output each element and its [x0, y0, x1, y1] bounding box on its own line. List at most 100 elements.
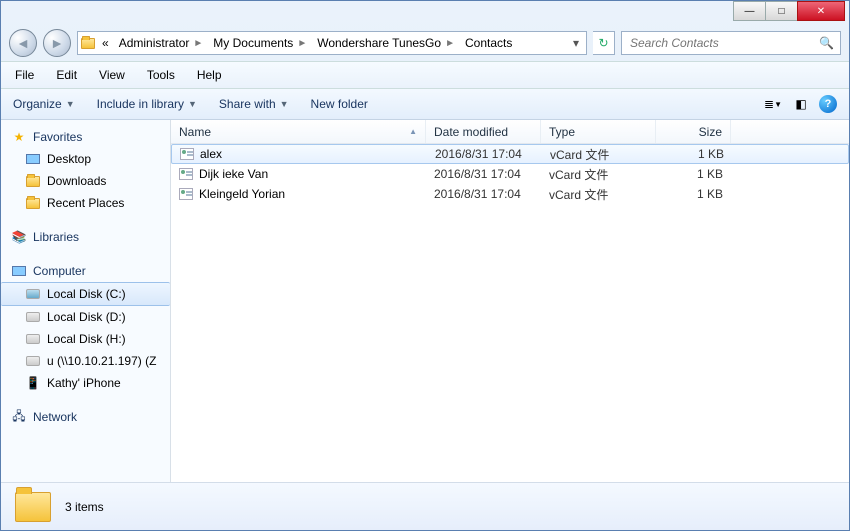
sidebar-libraries[interactable]: 📚Libraries: [1, 226, 170, 248]
sidebar-item-desktop[interactable]: Desktop: [1, 148, 170, 170]
file-type: vCard 文件: [542, 146, 657, 163]
column-header-size[interactable]: Size: [656, 120, 731, 143]
breadcrumb-ellipsis[interactable]: «: [98, 32, 113, 54]
menu-tools[interactable]: Tools: [143, 66, 179, 84]
file-name: alex: [200, 147, 222, 161]
sidebar-item-downloads[interactable]: Downloads: [1, 170, 170, 192]
sidebar-favorites[interactable]: ★Favorites: [1, 126, 170, 148]
folder-icon: [15, 492, 51, 522]
forward-button[interactable]: ►: [43, 29, 71, 57]
chevron-down-icon: ▼: [280, 99, 289, 109]
file-list: Name▲ Date modified Type Size alex 2016/8…: [171, 120, 849, 482]
help-icon[interactable]: ?: [819, 95, 837, 113]
new-folder-button[interactable]: New folder: [311, 97, 368, 111]
sidebar-item-local-disk-h[interactable]: Local Disk (H:): [1, 328, 170, 350]
maximize-button[interactable]: □: [765, 1, 798, 21]
include-in-library-button[interactable]: Include in library▼: [97, 97, 197, 111]
sidebar-network[interactable]: 🖧Network: [1, 406, 170, 428]
column-header-type[interactable]: Type: [541, 120, 656, 143]
refresh-button[interactable]: ↻: [593, 31, 615, 55]
network-drive-icon: [25, 353, 41, 369]
computer-icon: [11, 263, 27, 279]
file-row[interactable]: alex 2016/8/31 17:04vCard 文件1 KB: [171, 144, 849, 164]
sidebar-item-local-disk-d[interactable]: Local Disk (D:): [1, 306, 170, 328]
file-date: 2016/8/31 17:04: [426, 187, 541, 201]
file-rows: alex2016/8/31 17:04vCard 文件1 KBDijk ieke…: [171, 144, 849, 482]
sort-asc-icon: ▲: [409, 127, 417, 136]
preview-pane-button[interactable]: ◧: [791, 95, 811, 113]
menu-view[interactable]: View: [95, 66, 129, 84]
folder-icon: [80, 35, 96, 51]
explorer-window: — □ ✕ ◄ ► « Administrator► My Documents►…: [0, 0, 850, 531]
libraries-group: 📚Libraries: [1, 226, 170, 248]
search-icon[interactable]: 🔍: [819, 36, 834, 50]
search-box[interactable]: 🔍: [621, 31, 841, 55]
file-date: 2016/8/31 17:04: [426, 167, 541, 181]
chevron-right-icon[interactable]: ►: [297, 38, 307, 49]
toolbar-right: ≣▼ ◧ ?: [763, 95, 837, 113]
file-size: 1 KB: [657, 147, 732, 161]
star-icon: ★: [11, 129, 27, 145]
network-group: 🖧Network: [1, 406, 170, 428]
breadcrumb-item[interactable]: Administrator►: [115, 32, 208, 54]
breadcrumb-item[interactable]: Contacts: [461, 32, 516, 54]
breadcrumb-item[interactable]: My Documents►: [209, 32, 311, 54]
file-date: 2016/8/31 17:04: [427, 147, 542, 161]
address-dropdown[interactable]: ▾: [568, 36, 584, 50]
phone-icon: 📱: [25, 375, 41, 391]
file-row[interactable]: Kleingeld Yorian 2016/8/31 17:04vCard 文件1…: [171, 184, 849, 204]
downloads-icon: [25, 173, 41, 189]
window-caption-buttons: — □ ✕: [734, 1, 845, 21]
file-type: vCard 文件: [541, 186, 656, 203]
sidebar-computer[interactable]: Computer: [1, 260, 170, 282]
libraries-icon: 📚: [11, 229, 27, 245]
search-input[interactable]: [628, 35, 819, 51]
back-button[interactable]: ◄: [9, 29, 37, 57]
recent-icon: [25, 195, 41, 211]
file-name: Dijk ieke Van: [199, 167, 268, 181]
file-type: vCard 文件: [541, 166, 656, 183]
sidebar-item-recent[interactable]: Recent Places: [1, 192, 170, 214]
computer-group: Computer Local Disk (C:) Local Disk (D:)…: [1, 260, 170, 394]
command-bar: Organize▼ Include in library▼ Share with…: [1, 89, 849, 120]
chevron-right-icon[interactable]: ►: [445, 38, 455, 49]
menu-help[interactable]: Help: [193, 66, 226, 84]
content-area: ★Favorites Desktop Downloads Recent Plac…: [1, 120, 849, 482]
menu-edit[interactable]: Edit: [52, 66, 81, 84]
file-name: Kleingeld Yorian: [199, 187, 285, 201]
vcard-icon: [180, 148, 194, 160]
navigation-row: ◄ ► « Administrator► My Documents► Wonde…: [1, 23, 849, 61]
chevron-down-icon: ▼: [66, 99, 75, 109]
file-row[interactable]: Dijk ieke Van 2016/8/31 17:04vCard 文件1 KB: [171, 164, 849, 184]
favorites-group: ★Favorites Desktop Downloads Recent Plac…: [1, 126, 170, 214]
address-bar[interactable]: « Administrator► My Documents► Wondersha…: [77, 31, 587, 55]
details-pane: 3 items: [1, 482, 849, 530]
disk-icon: [25, 331, 41, 347]
chevron-down-icon: ▼: [188, 99, 197, 109]
close-button[interactable]: ✕: [797, 1, 845, 21]
column-header-name[interactable]: Name▲: [171, 120, 426, 143]
menu-bar: File Edit View Tools Help: [1, 61, 849, 89]
file-size: 1 KB: [656, 187, 731, 201]
item-count: 3 items: [65, 500, 104, 514]
breadcrumb-item[interactable]: Wondershare TunesGo►: [313, 32, 459, 54]
sidebar-item-network-drive[interactable]: u (\\10.10.21.197) (Z: [1, 350, 170, 372]
desktop-icon: [25, 151, 41, 167]
minimize-button[interactable]: —: [733, 1, 766, 21]
column-headers: Name▲ Date modified Type Size: [171, 120, 849, 144]
disk-icon: [25, 286, 41, 302]
sidebar-item-local-disk-c[interactable]: Local Disk (C:): [1, 282, 170, 306]
vcard-icon: [179, 168, 193, 180]
menu-file[interactable]: File: [11, 66, 38, 84]
vcard-icon: [179, 188, 193, 200]
disk-icon: [25, 309, 41, 325]
organize-button[interactable]: Organize▼: [13, 97, 75, 111]
navigation-pane: ★Favorites Desktop Downloads Recent Plac…: [1, 120, 171, 482]
share-with-button[interactable]: Share with▼: [219, 97, 289, 111]
view-options-button[interactable]: ≣▼: [763, 95, 783, 113]
network-icon: 🖧: [11, 409, 27, 425]
chevron-right-icon[interactable]: ►: [193, 38, 203, 49]
file-size: 1 KB: [656, 167, 731, 181]
sidebar-item-iphone[interactable]: 📱Kathy' iPhone: [1, 372, 170, 394]
column-header-date[interactable]: Date modified: [426, 120, 541, 143]
